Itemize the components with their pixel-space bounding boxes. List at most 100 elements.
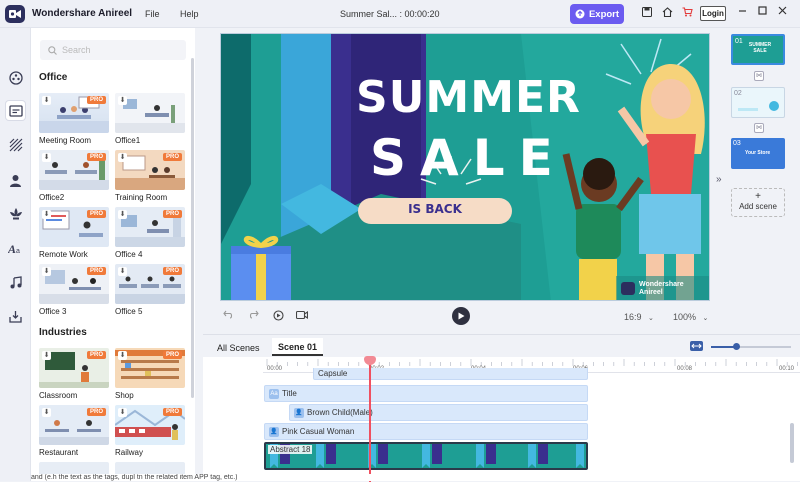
card-office1[interactable]: ⬇ Office1 — [115, 93, 185, 145]
export-label: Export — [588, 8, 620, 20]
text-track-icon: Aa — [269, 388, 279, 399]
minimize-icon[interactable] — [735, 6, 749, 20]
tab-all-scenes[interactable]: All Scenes — [213, 341, 264, 355]
zoom-slider-handle[interactable] — [733, 343, 740, 350]
headline-sale[interactable]: SALE — [356, 129, 553, 187]
download-icon[interactable]: ⬇ — [118, 408, 127, 417]
card-remote-work[interactable]: ⬇ PRO Remote Work — [39, 207, 109, 259]
download-icon[interactable]: ⬇ — [118, 96, 127, 105]
card-training-room[interactable]: ⬇ PRO Training Room — [115, 150, 185, 202]
banner-text[interactable]: IS BACK — [358, 202, 512, 216]
timeline-scrollbar[interactable] — [790, 423, 794, 463]
tab-scene-01[interactable]: Scene 01 — [272, 338, 324, 356]
export-icon — [575, 9, 585, 19]
cart-icon[interactable] — [681, 7, 693, 19]
playhead[interactable] — [369, 357, 371, 482]
download-icon[interactable]: ⬇ — [42, 408, 51, 417]
text-icon[interactable]: Aa — [6, 239, 25, 258]
character-icon[interactable] — [6, 171, 25, 190]
search-box[interactable] — [40, 40, 186, 60]
maximize-icon[interactable] — [755, 6, 769, 20]
library-scrollbar[interactable] — [191, 58, 194, 398]
expand-panel-icon[interactable]: » — [716, 174, 722, 185]
search-icon — [48, 45, 57, 55]
download-icon[interactable]: ⬇ — [42, 210, 51, 219]
card-label: Office 5 — [115, 307, 143, 316]
card-label: Office 3 — [39, 307, 67, 316]
download-icon[interactable]: ⬇ — [42, 153, 51, 162]
card-label: Railway — [115, 448, 144, 457]
card-office-4[interactable]: ⬇ PRO Office 4 — [115, 207, 185, 259]
import-icon[interactable] — [6, 307, 25, 326]
card-label: Remote Work — [39, 250, 88, 259]
aspect-ratio-select[interactable]: 16:9 ⌄ — [624, 312, 654, 322]
card-label: Office2 — [39, 193, 65, 202]
card-railway[interactable]: ⬇ PRO Railway — [115, 405, 185, 457]
scene-thumb-02[interactable]: 02 — [731, 87, 785, 118]
card-meeting-room[interactable]: ⬇ PRO Meeting Room — [39, 93, 109, 145]
card-classroom[interactable]: ⬇ PRO Classroom — [39, 348, 109, 400]
track-brown-child[interactable]: 👤 Brown Child(Male) — [289, 404, 588, 421]
track-title[interactable]: Aa Title — [264, 385, 588, 402]
home-icon[interactable] — [661, 7, 673, 19]
camera-icon[interactable] — [295, 310, 309, 322]
app-logo-icon — [5, 4, 25, 23]
undo-icon[interactable] — [223, 310, 233, 321]
chevron-down-icon: ⌄ — [648, 315, 654, 322]
scene-canvas[interactable]: SUMMER SALE IS BACK Wondershare Anireel — [220, 33, 710, 301]
download-icon[interactable]: ⬇ — [42, 351, 51, 360]
plus-icon: + — [755, 191, 761, 202]
document-title: Summer Sal... : 00:00:20 — [340, 9, 440, 19]
save-icon[interactable] — [641, 7, 653, 19]
add-scene-button[interactable]: + Add scene — [731, 188, 785, 217]
zoom-value: 100% — [673, 312, 697, 322]
download-icon[interactable]: ⬇ — [42, 96, 51, 105]
card-shop[interactable]: ⬇ PRO Shop — [115, 348, 185, 400]
scene-thumb-03[interactable]: 03 Your Store — [731, 138, 785, 169]
download-icon[interactable]: ⬇ — [118, 153, 127, 162]
pro-badge: PRO — [86, 408, 106, 416]
track-capsule[interactable]: Capsule — [313, 368, 588, 380]
search-input[interactable] — [62, 45, 172, 55]
theme-icon[interactable] — [6, 68, 25, 87]
app-name: Wondershare Anireel — [32, 8, 133, 19]
card-office2[interactable]: ⬇ PRO Office2 — [39, 150, 109, 202]
login-button[interactable]: Login — [700, 6, 726, 21]
fit-timeline-icon[interactable] — [690, 341, 703, 351]
zoom-select[interactable]: 100% ⌄ — [673, 312, 708, 322]
scene-thumb-01[interactable]: 01 SUMMER SALE — [731, 34, 785, 65]
left-toolbar: Aa — [0, 28, 31, 481]
redo-icon[interactable] — [249, 310, 259, 321]
export-button[interactable]: Export — [570, 4, 624, 24]
pro-badge: PRO — [162, 210, 182, 218]
character-track-icon: 👤 — [269, 426, 279, 437]
section-title-industries: Industries — [39, 327, 87, 338]
props-icon[interactable] — [6, 204, 25, 223]
close-icon[interactable] — [775, 6, 789, 20]
pro-badge: PRO — [86, 210, 106, 218]
menu-help[interactable]: Help — [180, 0, 199, 28]
play-button[interactable] — [452, 307, 470, 325]
menu-file[interactable]: File — [145, 0, 160, 28]
transition-icon[interactable]: ⋈ — [754, 123, 764, 133]
pattern-icon[interactable] — [6, 135, 25, 154]
track-abstract-18[interactable]: Abstract 18 — [264, 442, 588, 470]
pro-badge: PRO — [86, 96, 106, 104]
headline-summer[interactable]: SUMMER — [356, 72, 580, 123]
scene-library-icon[interactable] — [6, 101, 25, 120]
scene-list: » 01 SUMMER SALE ⋈ 02 ⋈ 03 Your Store + … — [716, 28, 800, 334]
track-pink-casual-woman[interactable]: 👤 Pink Casual Woman — [264, 423, 588, 440]
card-restaurant[interactable]: ⬇ PRO Restaurant — [39, 405, 109, 457]
download-icon[interactable]: ⬇ — [42, 267, 51, 276]
character-track-icon: 👤 — [294, 407, 304, 418]
download-icon[interactable]: ⬇ — [118, 210, 127, 219]
aspect-ratio-value: 16:9 — [624, 312, 642, 322]
card-office-3[interactable]: ⬇ PRO Office 3 — [39, 264, 109, 316]
card-office-5[interactable]: ⬇ PRO Office 5 — [115, 264, 185, 316]
transition-icon[interactable]: ⋈ — [754, 71, 764, 81]
download-icon[interactable]: ⬇ — [118, 267, 127, 276]
bottom-caption: and (e.h the text as the tags, dupl tn t… — [31, 474, 800, 481]
download-icon[interactable]: ⬇ — [118, 351, 127, 360]
replay-icon[interactable] — [273, 310, 284, 323]
music-icon[interactable] — [6, 273, 25, 292]
